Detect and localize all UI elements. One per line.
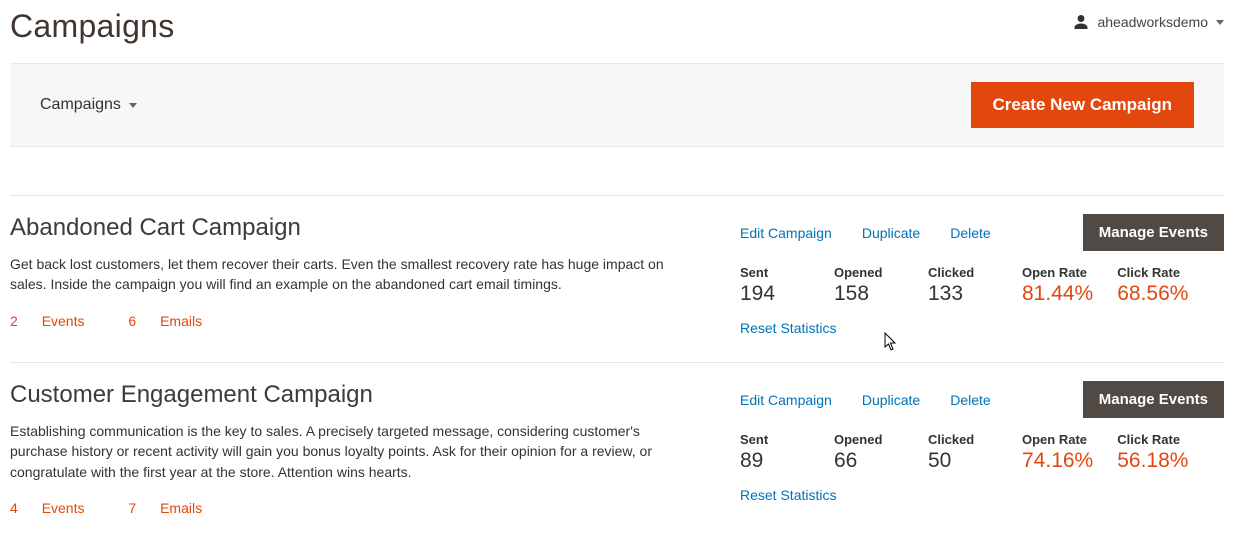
- emails-count: 7: [128, 500, 136, 516]
- stat-value-click-rate: 56.18%: [1117, 449, 1188, 473]
- stat-label-opened: Opened: [834, 265, 904, 280]
- duplicate-link[interactable]: Duplicate: [862, 392, 920, 408]
- create-campaign-button[interactable]: Create New Campaign: [971, 82, 1195, 128]
- delete-link[interactable]: Delete: [950, 392, 990, 408]
- stat-value-opened: 158: [834, 282, 904, 306]
- campaign-title: Customer Engagement Campaign: [10, 381, 710, 409]
- events-count: 2: [10, 313, 18, 329]
- stat-value-open-rate: 74.16%: [1022, 449, 1093, 473]
- reset-statistics-link[interactable]: Reset Statistics: [740, 487, 1224, 503]
- delete-link[interactable]: Delete: [950, 225, 990, 241]
- campaign-row: Abandoned Cart Campaign Get back lost cu…: [10, 195, 1224, 362]
- events-word: Events: [42, 313, 85, 329]
- edit-campaign-link[interactable]: Edit Campaign: [740, 225, 832, 241]
- stat-value-clicked: 50: [928, 449, 998, 473]
- stat-label-sent: Sent: [740, 265, 810, 280]
- campaign-description: Get back lost customers, let them recove…: [10, 254, 700, 295]
- stat-value-clicked: 133: [928, 282, 998, 306]
- emails-count: 6: [128, 313, 136, 329]
- stat-label-clicked: Clicked: [928, 265, 998, 280]
- stat-value-click-rate: 68.56%: [1117, 282, 1188, 306]
- page-title: Campaigns: [10, 8, 175, 45]
- manage-events-button[interactable]: Manage Events: [1083, 214, 1224, 251]
- user-icon: [1073, 14, 1089, 30]
- emails-word: Emails: [160, 313, 202, 329]
- campaigns-dropdown[interactable]: Campaigns: [40, 96, 137, 114]
- stat-label-clicked: Clicked: [928, 432, 998, 447]
- stat-value-sent: 194: [740, 282, 810, 306]
- toolbar: Campaigns Create New Campaign: [10, 63, 1224, 147]
- user-menu[interactable]: aheadworksdemo: [1073, 8, 1224, 30]
- stat-label-sent: Sent: [740, 432, 810, 447]
- campaign-title: Abandoned Cart Campaign: [10, 214, 710, 242]
- stat-label-click-rate: Click Rate: [1117, 265, 1188, 280]
- campaign-row: Customer Engagement Campaign Establishin…: [10, 362, 1224, 542]
- campaign-description: Establishing communication is the key to…: [10, 421, 700, 482]
- stat-label-open-rate: Open Rate: [1022, 432, 1093, 447]
- edit-campaign-link[interactable]: Edit Campaign: [740, 392, 832, 408]
- stat-label-opened: Opened: [834, 432, 904, 447]
- emails-word: Emails: [160, 500, 202, 516]
- campaigns-dropdown-label: Campaigns: [40, 96, 121, 114]
- stat-label-open-rate: Open Rate: [1022, 265, 1093, 280]
- user-name: aheadworksdemo: [1097, 14, 1208, 30]
- stat-label-click-rate: Click Rate: [1117, 432, 1188, 447]
- events-count: 4: [10, 500, 18, 516]
- events-word: Events: [42, 500, 85, 516]
- stat-value-sent: 89: [740, 449, 810, 473]
- caret-down-icon: [129, 103, 137, 108]
- campaign-counts: 4 Events 7 Emails: [10, 500, 710, 516]
- stat-value-opened: 66: [834, 449, 904, 473]
- campaign-counts: 2 Events 6 Emails: [10, 313, 710, 329]
- reset-statistics-link[interactable]: Reset Statistics: [740, 320, 1224, 336]
- stat-value-open-rate: 81.44%: [1022, 282, 1093, 306]
- caret-down-icon: [1216, 20, 1224, 25]
- duplicate-link[interactable]: Duplicate: [862, 225, 920, 241]
- manage-events-button[interactable]: Manage Events: [1083, 381, 1224, 418]
